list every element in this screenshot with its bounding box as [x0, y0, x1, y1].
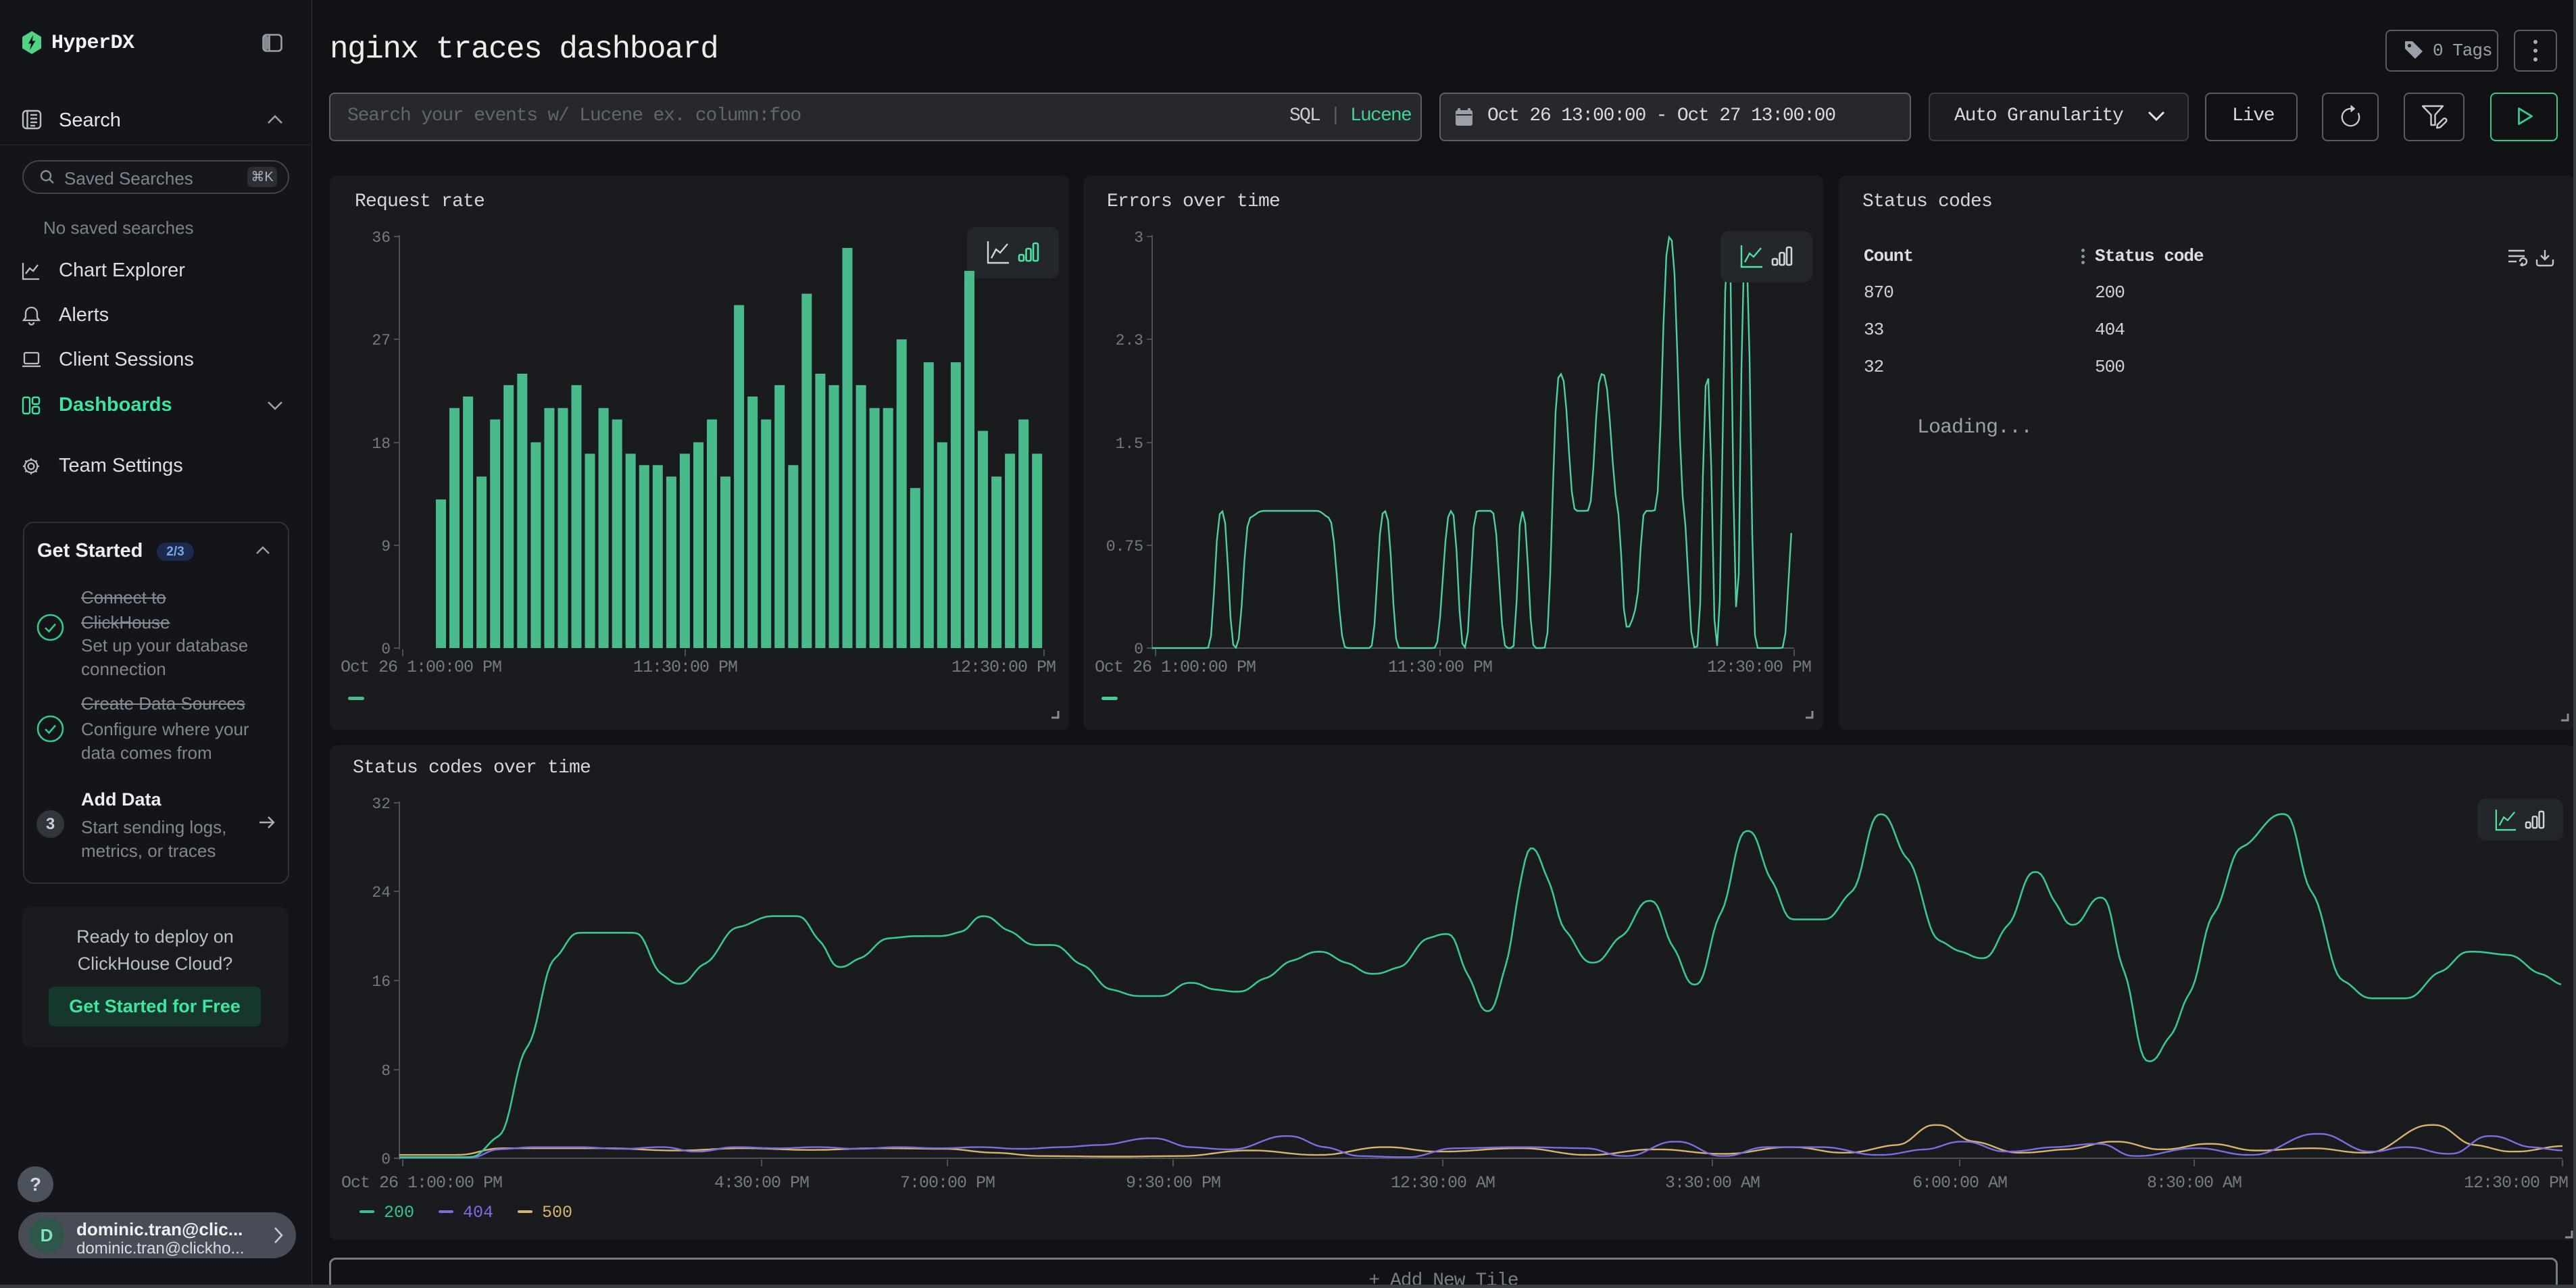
- svg-text:Oct 26 1:00:00 PM: Oct 26 1:00:00 PM: [1095, 658, 1256, 677]
- svg-text:Oct 26 1:00:00 PM: Oct 26 1:00:00 PM: [341, 658, 501, 677]
- svg-text:12:30:00 PM: 12:30:00 PM: [2464, 1173, 2568, 1193]
- svg-text:0: 0: [381, 1151, 391, 1168]
- svg-text:8:30:00 AM: 8:30:00 AM: [2147, 1173, 2241, 1193]
- svg-text:27: 27: [372, 332, 391, 349]
- svg-text:4:30:00 PM: 4:30:00 PM: [714, 1173, 809, 1193]
- svg-text:3: 3: [1134, 229, 1143, 247]
- svg-text:Oct 26 1:00:00 PM: Oct 26 1:00:00 PM: [341, 1173, 502, 1193]
- svg-text:9:30:00 PM: 9:30:00 PM: [1126, 1173, 1220, 1193]
- svg-text:1.5: 1.5: [1116, 435, 1143, 453]
- svg-text:500: 500: [542, 1203, 572, 1222]
- svg-text:32: 32: [372, 795, 391, 813]
- svg-text:0: 0: [381, 641, 391, 658]
- svg-text:12:30:00 AM: 12:30:00 AM: [1391, 1173, 1495, 1193]
- svg-text:11:30:00 PM: 11:30:00 PM: [1388, 658, 1492, 677]
- svg-text:0.75: 0.75: [1106, 538, 1143, 555]
- svg-text:0: 0: [1134, 641, 1143, 658]
- svg-text:7:00:00 PM: 7:00:00 PM: [900, 1173, 995, 1193]
- svg-text:200: 200: [384, 1203, 414, 1222]
- svg-text:2.3: 2.3: [1116, 332, 1143, 349]
- svg-text:3:30:00 AM: 3:30:00 AM: [1665, 1173, 1760, 1193]
- svg-text:12:30:00 PM: 12:30:00 PM: [951, 658, 1056, 677]
- svg-text:11:30:00 PM: 11:30:00 PM: [633, 658, 737, 677]
- svg-text:8: 8: [381, 1062, 391, 1080]
- svg-text:18: 18: [372, 435, 391, 453]
- svg-text:24: 24: [372, 884, 391, 901]
- svg-text:6:00:00 AM: 6:00:00 AM: [1912, 1173, 2007, 1193]
- svg-text:9: 9: [381, 538, 391, 555]
- svg-text:16: 16: [372, 973, 391, 991]
- svg-text:404: 404: [463, 1203, 493, 1222]
- svg-text:12:30:00 PM: 12:30:00 PM: [1707, 658, 1811, 677]
- svg-text:36: 36: [372, 229, 391, 247]
